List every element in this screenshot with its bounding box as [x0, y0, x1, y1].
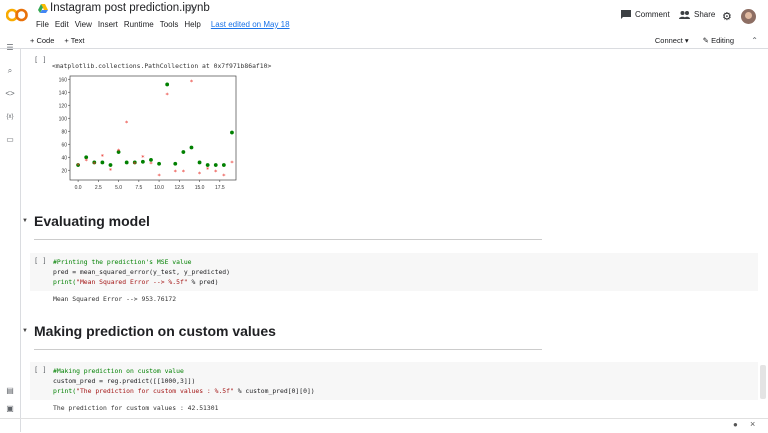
x-tick-label: 15.0 [195, 185, 205, 191]
menu-file[interactable]: File [36, 20, 49, 29]
y-tick-label: 40 [61, 155, 67, 161]
y-tick-label: 20 [61, 168, 67, 174]
cell-output: Mean Squared Error --> 953.76172 [53, 295, 177, 303]
x-tick-label: 10.0 [154, 185, 164, 191]
data-point-actual [157, 161, 161, 166]
editing-label: Editing [711, 36, 734, 45]
section-heading: Evaluating model [34, 213, 150, 229]
menu-runtime[interactable]: Runtime [124, 20, 154, 29]
code-snippets-icon[interactable]: <> [4, 88, 16, 100]
y-tick-label: 120 [59, 103, 68, 109]
code-line: print("Mean Squared Error --> %.5f" % pr… [53, 277, 230, 287]
connect-label: Connect [654, 36, 683, 45]
menu-bar: File Edit View Insert Runtime Tools Help… [36, 20, 290, 29]
code-token: print( [53, 278, 77, 286]
scatter-chart: 20 40 60 80 100 120 140 160 0.0 2.5 5.0 7.5 10.0 12.5… [59, 75, 237, 191]
x-tick-label: 2.5 [95, 185, 102, 191]
section-divider [34, 239, 542, 240]
add-code-button[interactable]: + Code [30, 36, 54, 45]
folder-icon[interactable]: ▭ [4, 134, 16, 146]
data-point-actual [221, 163, 226, 167]
cell-run-button[interactable]: [ ] [34, 257, 47, 265]
keyboard-icon[interactable]: ▤ [4, 385, 16, 397]
x-tick-label: 7.5 [135, 185, 142, 191]
cell-run-button[interactable]: [ ] [34, 366, 47, 374]
code-editor[interactable]: #Printing the prediction's MSE value pre… [53, 257, 230, 287]
x-tick-label: 0.0 [75, 185, 82, 191]
close-icon[interactable]: × [750, 419, 755, 429]
colab-logo-icon[interactable] [6, 8, 28, 22]
data-point-actual [181, 150, 186, 154]
output-text: <matplotlib.collections.PathCollection a… [52, 62, 272, 70]
comment-button[interactable]: Comment [621, 10, 670, 19]
data-point-actual [213, 163, 218, 167]
code-line: custom_pred = reg.predict([[1000,3]]) [53, 377, 196, 385]
menu-insert[interactable]: Insert [98, 20, 118, 29]
y-tick-label: 60 [61, 142, 67, 148]
search-icon[interactable]: ⌕ [4, 65, 16, 77]
gear-icon[interactable]: ⚙ [722, 10, 732, 23]
code-string: "The prediction for custom values : %.5f… [76, 387, 234, 395]
cell-run-button[interactable]: [ ] [34, 56, 47, 64]
variables-icon[interactable]: {x} [4, 111, 16, 123]
data-point-actual [189, 145, 194, 150]
y-tick-label: 140 [59, 90, 68, 96]
data-point-actual [230, 130, 234, 135]
collapse-section-icon[interactable]: ▼ [22, 218, 28, 224]
chevron-down-icon: ▾ [684, 36, 689, 45]
section-heading: Making prediction on custom values [34, 323, 276, 339]
menu-tools[interactable]: Tools [160, 20, 179, 29]
data-point-actual [197, 160, 202, 165]
chevron-up-icon[interactable]: ⌃ [751, 36, 758, 45]
menu-help[interactable]: Help [184, 20, 200, 29]
code-line: pred = mean_squared_error(y_test, y_pred… [53, 268, 230, 276]
avatar[interactable] [741, 9, 756, 24]
star-icon[interactable]: ☆ [186, 2, 196, 15]
code-token: print( [53, 387, 77, 395]
drive-icon [38, 4, 48, 13]
pencil-icon: ✎ [702, 36, 709, 45]
code-line: #Making prediction on custom value [53, 367, 184, 375]
y-tick-label: 160 [59, 77, 68, 83]
add-text-button[interactable]: + Text [64, 36, 84, 45]
data-point-actual [100, 160, 105, 165]
table-of-contents-icon[interactable]: ☰ [4, 42, 16, 54]
collapse-section-icon[interactable]: ▼ [22, 328, 28, 334]
status-dot-icon: ● [733, 420, 738, 429]
section-divider [34, 349, 542, 350]
data-point-actual [124, 160, 129, 165]
cell-output: The prediction for custom values : 42.51… [53, 404, 219, 412]
share-button[interactable]: Share [679, 10, 715, 19]
app-header: Instagram post prediction.ipynb ☆ File E… [0, 0, 768, 34]
terminal-icon[interactable]: ▣ [4, 403, 16, 415]
comment-label: Comment [635, 10, 670, 19]
x-tick-label: 17.5 [215, 185, 225, 191]
code-editor[interactable]: #Making prediction on custom value custo… [53, 366, 315, 396]
share-label: Share [694, 10, 716, 19]
notebook-toolbar: + Code + Text Connect ▾ ✎ Editing ⌃ [0, 34, 768, 49]
scrollbar[interactable] [760, 365, 766, 399]
y-tick-label: 100 [59, 116, 68, 122]
last-edited-link[interactable]: Last edited on May 18 [211, 20, 290, 29]
x-tick-label: 5.0 [115, 185, 122, 191]
code-string: "Mean Squared Error --> %.5f" [76, 278, 188, 286]
y-tick-label: 80 [61, 129, 67, 135]
data-point-actual [165, 82, 170, 87]
code-token: % custom_pred[0][0]) [233, 387, 315, 395]
comment-icon [621, 10, 631, 19]
menu-edit[interactable]: Edit [55, 20, 69, 29]
connect-button[interactable]: Connect ▾ [655, 36, 689, 45]
data-point-actual [173, 161, 178, 166]
status-bar: ● × [0, 418, 768, 433]
left-sidebar: ☰ ⌕ <> {x} ▭ ▤ ▣ [0, 43, 21, 432]
editing-button[interactable]: ✎ Editing [703, 36, 734, 45]
people-icon [679, 10, 690, 19]
x-tick-label: 12.5 [174, 185, 184, 191]
code-line: #Printing the prediction's MSE value [53, 258, 192, 266]
menu-view[interactable]: View [75, 20, 92, 29]
code-token: % pred) [187, 278, 219, 286]
code-line: print("The prediction for custom values … [53, 386, 315, 396]
